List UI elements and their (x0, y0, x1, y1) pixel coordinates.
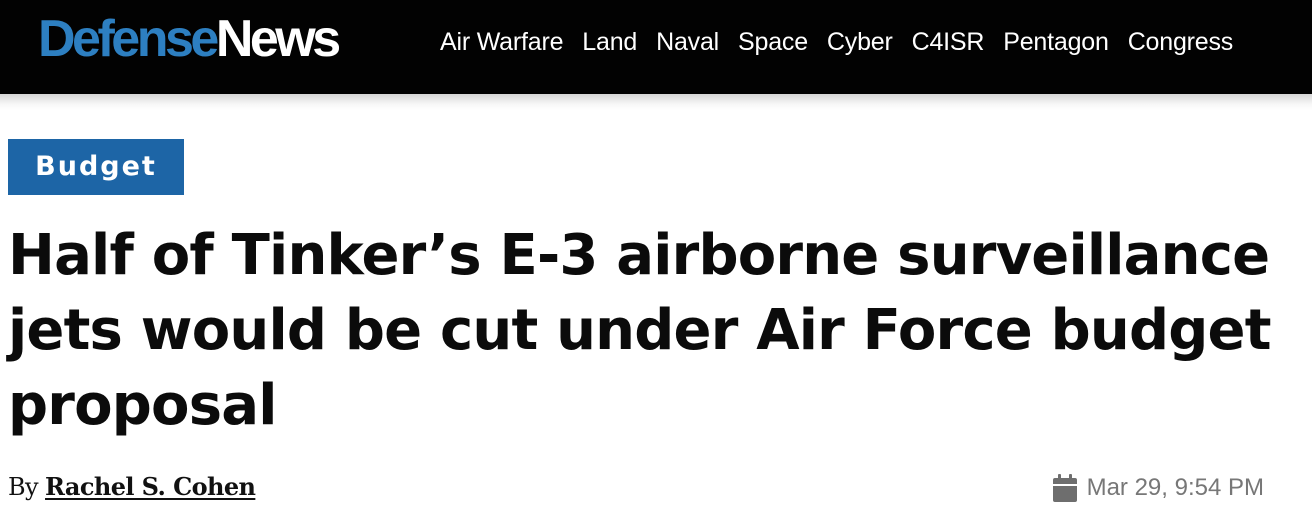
site-logo[interactable]: DefenseNews (38, 8, 341, 70)
calendar-icon (1052, 474, 1077, 502)
nav-item-congress[interactable]: Congress (1128, 28, 1234, 57)
nav-item-cyber[interactable]: Cyber (827, 28, 893, 57)
date-text: Mar 29, 9:54 PM (1086, 474, 1264, 501)
byline-prefix: By (8, 473, 39, 501)
category-badge[interactable]: Budget (8, 139, 184, 195)
byline: By Rachel S. Cohen (8, 472, 256, 501)
logo-defense: Defense (38, 10, 219, 68)
author-link[interactable]: Rachel S. Cohen (45, 472, 256, 501)
main-nav: Air Warfare Land Naval Space Cyber C4ISR… (440, 22, 1233, 62)
nav-item-space[interactable]: Space (738, 28, 808, 57)
nav-item-air-warfare[interactable]: Air Warfare (440, 28, 563, 57)
header-shadow (0, 94, 1312, 110)
nav-item-c4isr[interactable]: C4ISR (912, 28, 985, 57)
article-headline: Half of Tinker’s E-3 airborne surveillan… (8, 223, 1272, 438)
nav-item-land[interactable]: Land (582, 28, 637, 57)
nav-item-pentagon[interactable]: Pentagon (1003, 28, 1109, 57)
logo-news: News (215, 10, 341, 68)
nav-item-naval[interactable]: Naval (656, 28, 719, 57)
publish-date: Mar 29, 9:54 PM (1052, 474, 1264, 502)
site-header: DefenseNews Air Warfare Land Naval Space… (0, 0, 1312, 94)
